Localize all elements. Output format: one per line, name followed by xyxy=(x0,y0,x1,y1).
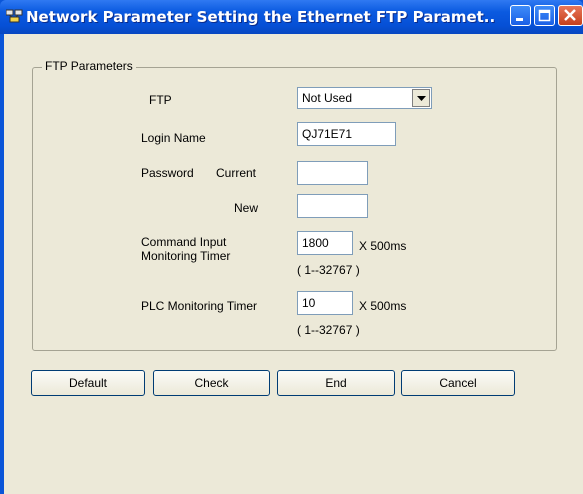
end-button[interactable]: End xyxy=(277,370,395,396)
close-button[interactable] xyxy=(558,5,583,26)
network-app-icon xyxy=(5,9,23,24)
close-icon xyxy=(564,9,576,21)
check-button[interactable]: Check xyxy=(153,370,270,396)
chevron-down-icon xyxy=(417,96,426,101)
command-timer-input[interactable] xyxy=(297,231,353,255)
plc-timer-input[interactable] xyxy=(297,291,353,315)
window-title: Network Parameter Setting the Ethernet F… xyxy=(26,8,496,26)
password-new-label: New xyxy=(234,201,259,215)
title-bar[interactable]: Network Parameter Setting the Ethernet F… xyxy=(0,0,583,34)
ftp-select[interactable]: Not Used xyxy=(297,87,432,109)
login-name-label: Login Name xyxy=(141,131,206,145)
ftp-label: FTP xyxy=(149,93,172,107)
default-button[interactable]: Default xyxy=(31,370,145,396)
maximize-button[interactable] xyxy=(534,5,555,26)
ftp-selected-value: Not Used xyxy=(302,91,353,105)
plc-timer-label: PLC Monitoring Timer xyxy=(141,299,258,313)
dialog-window: Network Parameter Setting the Ethernet F… xyxy=(0,0,583,494)
minimize-button[interactable] xyxy=(510,5,531,26)
cancel-button[interactable]: Cancel xyxy=(401,370,515,396)
password-label: Password xyxy=(141,166,194,180)
new-password-input[interactable] xyxy=(297,194,368,218)
command-timer-unit: X 500ms xyxy=(359,239,407,253)
password-current-label: Current xyxy=(216,166,257,180)
plc-timer-unit: X 500ms xyxy=(359,299,407,313)
maximize-icon xyxy=(538,9,551,22)
ftp-parameters-group xyxy=(32,67,557,351)
current-password-input[interactable] xyxy=(297,161,368,185)
dialog-client-area: FTP Parameters FTP Not Used Login Name P… xyxy=(4,34,583,494)
minimize-icon xyxy=(516,18,523,21)
command-timer-label-line1: Command Input xyxy=(141,235,227,249)
login-name-input[interactable] xyxy=(297,122,396,146)
command-timer-label-line2: Monitoring Timer xyxy=(141,249,231,263)
group-title: FTP Parameters xyxy=(42,59,136,73)
command-timer-range: ( 1--32767 ) xyxy=(297,263,360,277)
dropdown-arrow-button[interactable] xyxy=(412,89,430,107)
plc-timer-range: ( 1--32767 ) xyxy=(297,323,360,337)
